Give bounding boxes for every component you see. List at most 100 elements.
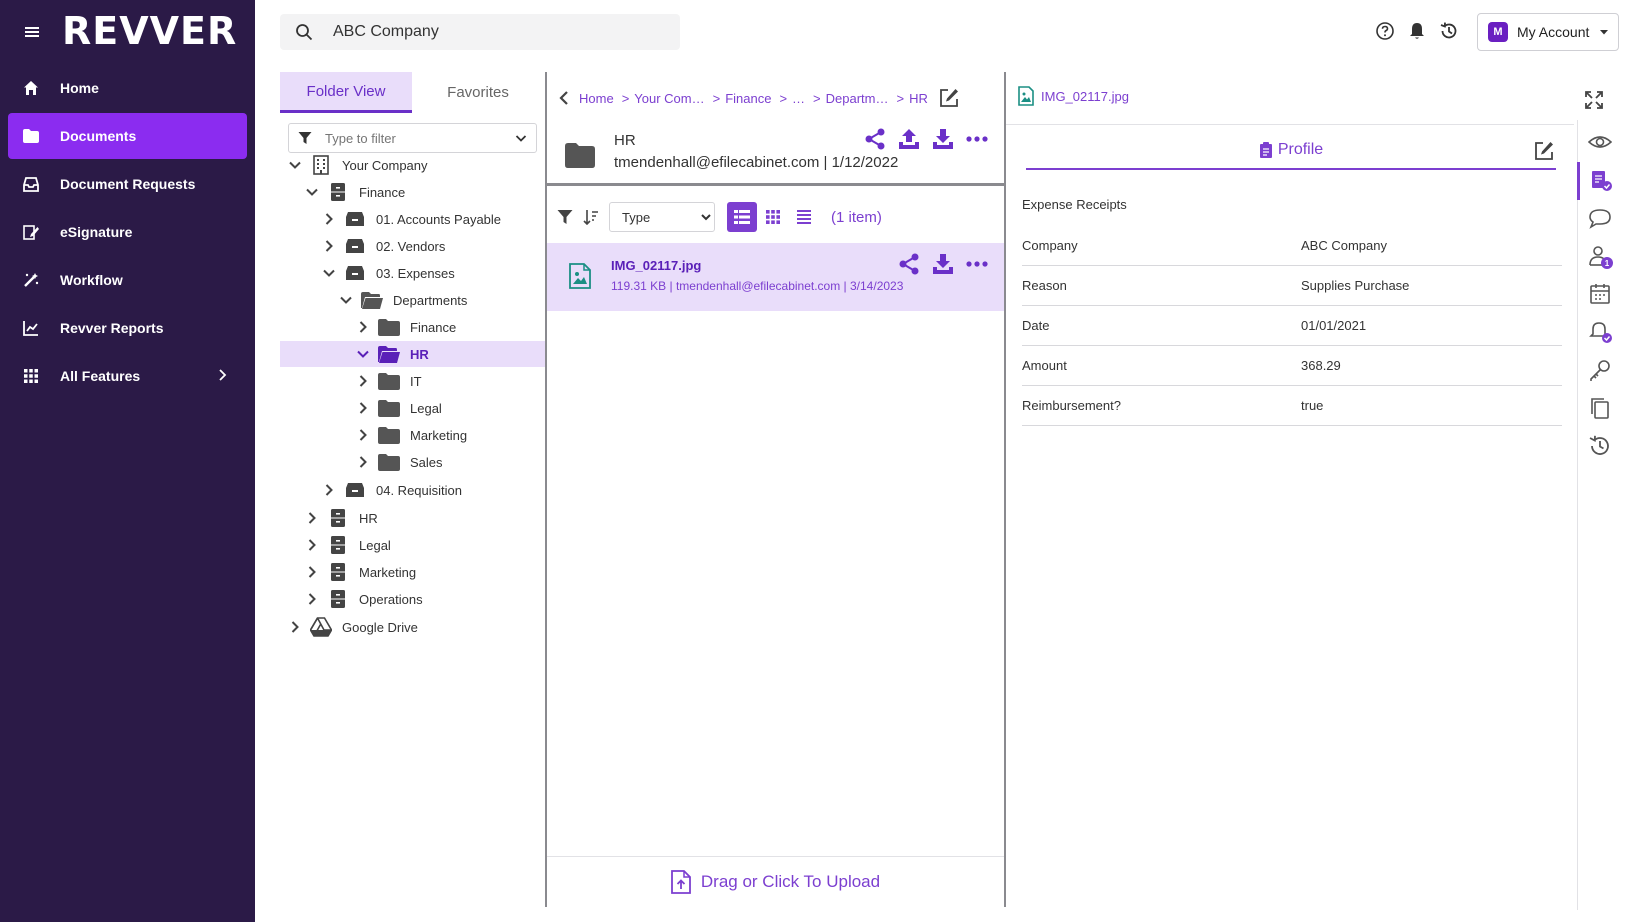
chevron-right-icon[interactable] xyxy=(356,455,370,469)
chevron-down-icon[interactable] xyxy=(288,158,302,172)
comment-icon[interactable] xyxy=(1588,206,1612,230)
tree-node-finance[interactable]: Finance xyxy=(280,179,545,205)
upload-icon[interactable] xyxy=(898,128,920,150)
tree-node-expenses[interactable]: 03. Expenses xyxy=(280,260,545,286)
tab-profile[interactable]: Profile xyxy=(1026,132,1556,170)
nav-item-workflow[interactable]: Workflow xyxy=(8,257,247,303)
tree-node-requisition[interactable]: 04. Requisition xyxy=(280,477,545,503)
hamburger-menu-icon[interactable] xyxy=(22,22,42,42)
tree-node-dept-it[interactable]: IT xyxy=(280,368,545,394)
calendar-retention-icon[interactable] xyxy=(1588,282,1612,306)
more-options-icon[interactable] xyxy=(966,253,988,275)
tree-node-dept-hr[interactable]: HR xyxy=(280,341,545,367)
property-key: Reimbursement? xyxy=(1022,398,1121,413)
chevron-right-icon[interactable] xyxy=(305,565,319,579)
tree-node-operations[interactable]: Operations xyxy=(280,586,545,612)
tree-filter[interactable] xyxy=(288,123,537,153)
expand-icon[interactable] xyxy=(1584,90,1604,110)
tab-folder-view[interactable]: Folder View xyxy=(280,72,412,113)
help-icon[interactable] xyxy=(1375,21,1395,43)
breadcrumb-finance[interactable]: Finance xyxy=(725,91,771,106)
download-icon[interactable] xyxy=(932,253,954,275)
file-row[interactable]: IMG_02117.jpg 119.31 KB | tmendenhall@ef… xyxy=(547,243,1004,311)
tree-node-vendors[interactable]: 02. Vendors xyxy=(280,233,545,259)
edit-icon[interactable] xyxy=(1533,140,1555,162)
chevron-right-icon[interactable] xyxy=(356,374,370,388)
upload-dropzone[interactable]: Drag or Click To Upload xyxy=(547,856,1004,907)
key-icon[interactable] xyxy=(1588,358,1612,382)
grid-icon xyxy=(22,367,40,385)
copy-icon[interactable] xyxy=(1588,396,1612,420)
nav-item-home[interactable]: Home xyxy=(8,65,247,111)
tree-node-your-company[interactable]: Your Company xyxy=(280,152,545,178)
nav-item-esignature[interactable]: eSignature xyxy=(8,209,247,255)
share-icon[interactable] xyxy=(864,128,886,150)
history-icon[interactable] xyxy=(1588,434,1612,458)
list-view-button[interactable] xyxy=(727,202,757,232)
revver-logo[interactable]: REVVER xyxy=(62,8,237,54)
nav-item-document-requests[interactable]: Document Requests xyxy=(8,161,247,207)
chevron-right-icon[interactable] xyxy=(305,592,319,606)
breadcrumb-departments[interactable]: Departm… xyxy=(826,91,889,106)
tree-node-dept-sales[interactable]: Sales xyxy=(280,449,545,475)
file-name[interactable]: IMG_02117.jpg xyxy=(611,258,701,273)
chevron-right-icon[interactable] xyxy=(322,212,336,226)
tree-node-marketing[interactable]: Marketing xyxy=(280,559,545,585)
more-options-icon[interactable] xyxy=(966,128,988,150)
chevron-right-icon[interactable] xyxy=(356,401,370,415)
breadcrumb-home[interactable]: Home xyxy=(579,91,614,106)
filter-icon xyxy=(298,131,312,145)
eye-icon[interactable] xyxy=(1588,130,1612,154)
chevron-right-icon[interactable] xyxy=(288,620,302,634)
chevron-right-icon[interactable] xyxy=(356,428,370,442)
chevron-down-icon[interactable] xyxy=(356,347,370,361)
user-permissions-icon[interactable]: 1 xyxy=(1588,244,1613,269)
tree-node-label: Sales xyxy=(410,454,443,470)
nav-item-all-features[interactable]: All Features xyxy=(8,353,247,399)
chevron-right-icon[interactable] xyxy=(305,511,319,525)
breadcrumb-your-company[interactable]: Your Com… xyxy=(634,91,704,106)
chevron-down-icon[interactable] xyxy=(322,266,336,280)
tree-node-legal[interactable]: Legal xyxy=(280,532,545,558)
tab-favorites[interactable]: Favorites xyxy=(412,72,544,113)
search-input[interactable] xyxy=(333,23,653,41)
history-icon[interactable] xyxy=(1439,21,1459,43)
chevron-right-icon[interactable] xyxy=(322,239,336,253)
tree-node-label: Google Drive xyxy=(342,619,418,635)
chevron-down-icon[interactable] xyxy=(339,293,353,307)
chevron-down-icon[interactable] xyxy=(305,185,319,199)
chevron-left-icon[interactable] xyxy=(557,90,571,106)
profile-clipboard-icon[interactable] xyxy=(1588,168,1612,192)
tree-node-dept-marketing[interactable]: Marketing xyxy=(280,422,545,448)
file-cabinet-icon xyxy=(327,535,349,555)
global-search[interactable] xyxy=(280,14,680,50)
nav-item-documents[interactable]: Documents xyxy=(8,113,247,159)
tree-node-accounts-payable[interactable]: 01. Accounts Payable xyxy=(280,206,545,232)
breadcrumb-hr[interactable]: HR xyxy=(909,91,928,106)
preview-file-name[interactable]: IMG_02117.jpg xyxy=(1041,89,1129,104)
sort-icon[interactable] xyxy=(583,209,599,225)
reminder-bell-icon[interactable] xyxy=(1588,320,1612,344)
tree-filter-input[interactable] xyxy=(325,130,515,146)
my-account-dropdown[interactable]: M My Account xyxy=(1477,13,1619,51)
compact-view-button[interactable] xyxy=(789,202,819,232)
chevron-down-icon[interactable] xyxy=(515,132,527,144)
download-icon[interactable] xyxy=(932,128,954,150)
breadcrumb-ellipsis[interactable]: … xyxy=(792,91,805,106)
nav-item-revver-reports[interactable]: Revver Reports xyxy=(8,305,247,351)
tree-node-google-drive[interactable]: Google Drive xyxy=(280,614,545,640)
breadcrumb: Home > Your Com… > Finance > … > Departm… xyxy=(557,86,960,110)
tree-node-departments[interactable]: Departments xyxy=(280,287,545,313)
chevron-right-icon[interactable] xyxy=(322,483,336,497)
type-select[interactable]: Type xyxy=(609,202,715,232)
share-icon[interactable] xyxy=(898,253,920,275)
tree-node-dept-finance[interactable]: Finance xyxy=(280,314,545,340)
notifications-bell-icon[interactable] xyxy=(1407,21,1427,43)
edit-icon[interactable] xyxy=(938,87,960,109)
tree-node-hr[interactable]: HR xyxy=(280,505,545,531)
chevron-right-icon[interactable] xyxy=(356,320,370,334)
tree-node-dept-legal[interactable]: Legal xyxy=(280,395,545,421)
chevron-right-icon[interactable] xyxy=(305,538,319,552)
filter-icon[interactable] xyxy=(557,209,573,225)
grid-view-button[interactable] xyxy=(758,202,788,232)
